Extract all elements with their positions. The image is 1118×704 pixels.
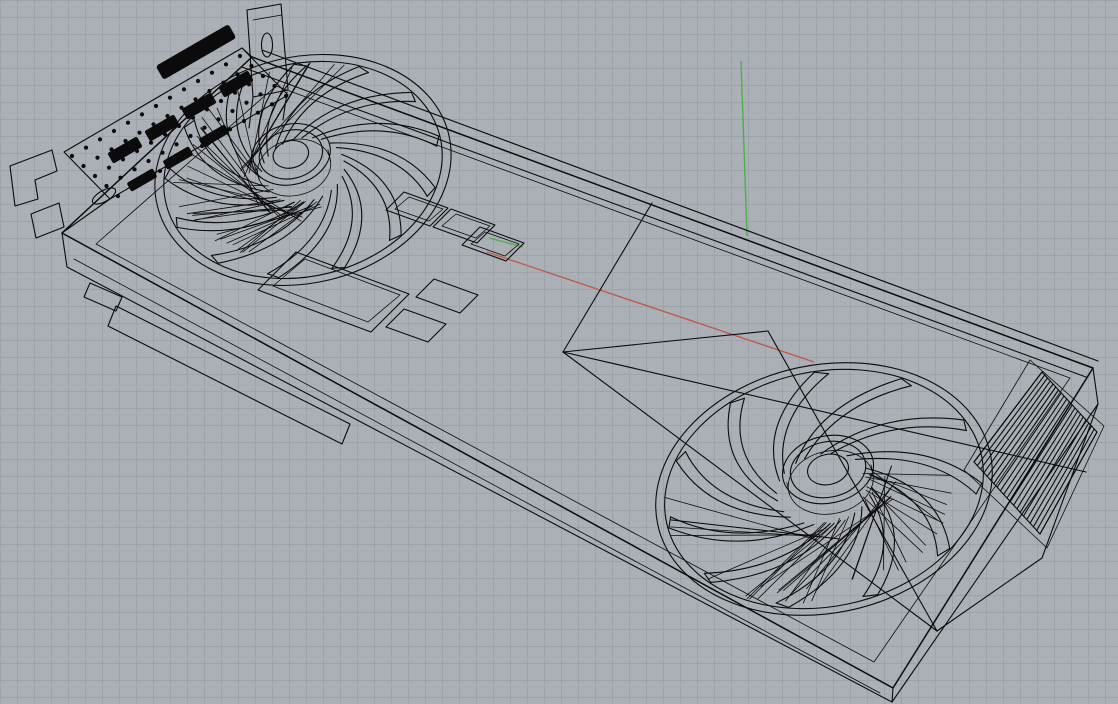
vram-chip[interactable] bbox=[461, 226, 525, 262]
fan-blade-edge bbox=[758, 372, 835, 481]
fan-line bbox=[937, 548, 951, 555]
fan-blade-edge bbox=[336, 129, 427, 215]
fan-line bbox=[188, 143, 298, 241]
vent-hole bbox=[115, 193, 121, 199]
fan-line bbox=[675, 452, 687, 461]
bracket-hooks[interactable] bbox=[9, 149, 65, 239]
fin-line bbox=[976, 374, 1046, 467]
vent-hole bbox=[230, 108, 235, 114]
wireframe-canvas[interactable] bbox=[0, 0, 1118, 704]
shroud-outline[interactable] bbox=[61, 47, 1099, 703]
vent-hole bbox=[181, 87, 187, 92]
vent-hole bbox=[223, 62, 229, 67]
pcie-connector[interactable] bbox=[83, 282, 351, 445]
vent-hole bbox=[188, 133, 193, 139]
heatsink-fins[interactable] bbox=[963, 359, 1105, 549]
fan-line bbox=[665, 468, 817, 568]
vent-hole bbox=[146, 158, 151, 164]
fan-blade-edge bbox=[330, 121, 435, 210]
fan-line bbox=[183, 120, 195, 127]
y-axis-line bbox=[740, 60, 748, 237]
vent-hole bbox=[260, 73, 266, 79]
fan-line bbox=[187, 191, 280, 222]
viewport[interactable] bbox=[0, 0, 1118, 704]
vent-hole bbox=[195, 78, 201, 84]
vent-hole bbox=[244, 100, 249, 105]
fan-line bbox=[872, 488, 906, 566]
vent-hole bbox=[227, 127, 233, 132]
screw-slot bbox=[260, 32, 274, 58]
vent-hole bbox=[255, 110, 261, 115]
vram-chip[interactable] bbox=[385, 308, 447, 343]
fan-ring bbox=[642, 341, 1006, 638]
vent-hole bbox=[157, 168, 163, 174]
vram-chip[interactable] bbox=[415, 278, 479, 314]
vent-hole bbox=[125, 120, 131, 125]
shroud-braces bbox=[562, 202, 1099, 632]
vent-hole bbox=[132, 167, 137, 172]
vent-hole bbox=[95, 155, 100, 160]
fan-ring bbox=[270, 137, 311, 172]
vent-hole bbox=[83, 145, 89, 150]
x-axis-line bbox=[486, 251, 815, 363]
vent-hole bbox=[209, 70, 215, 75]
vent-hole bbox=[139, 112, 145, 117]
vent-hole bbox=[81, 163, 86, 169]
fan-ring bbox=[632, 332, 1016, 645]
vent-hole bbox=[111, 128, 117, 134]
fan-blade-edge bbox=[847, 430, 982, 510]
fan-line bbox=[671, 505, 820, 565]
vent-hole bbox=[269, 102, 275, 107]
io-bracket[interactable] bbox=[63, 24, 289, 207]
vent-hole bbox=[92, 173, 98, 179]
vent-hole bbox=[258, 92, 263, 97]
vent-hole bbox=[153, 103, 159, 109]
fan-blade-edge bbox=[311, 176, 366, 269]
world-axes bbox=[486, 60, 815, 363]
fan-blade-edge bbox=[322, 167, 375, 267]
gpu-model[interactable] bbox=[9, 3, 1105, 703]
fin-lines bbox=[973, 371, 1098, 535]
fan-ring bbox=[254, 123, 328, 185]
gpu-die[interactable] bbox=[257, 251, 410, 333]
rear-fan[interactable] bbox=[632, 332, 1016, 645]
fan-ring bbox=[785, 434, 871, 504]
vent-hole bbox=[104, 183, 109, 189]
vent-hole bbox=[69, 153, 75, 159]
vent-hole bbox=[283, 93, 289, 99]
vent-hole bbox=[174, 142, 179, 147]
vent-hole bbox=[148, 140, 154, 145]
fin-line bbox=[983, 380, 1051, 474]
vent-hole bbox=[97, 137, 103, 142]
fan-blade-edge bbox=[686, 434, 784, 529]
fan-blade-edge bbox=[312, 106, 439, 166]
vent-hole bbox=[137, 130, 142, 135]
fin-line bbox=[973, 371, 1043, 463]
vent-hole bbox=[106, 165, 112, 170]
fin-line bbox=[989, 386, 1057, 481]
vent-hole bbox=[118, 175, 123, 180]
vent-hole bbox=[167, 95, 173, 100]
vent-hole bbox=[218, 98, 224, 104]
vent-hole bbox=[237, 53, 243, 59]
fan-blade-edge bbox=[260, 184, 356, 277]
fan-blade-edge bbox=[261, 67, 374, 149]
